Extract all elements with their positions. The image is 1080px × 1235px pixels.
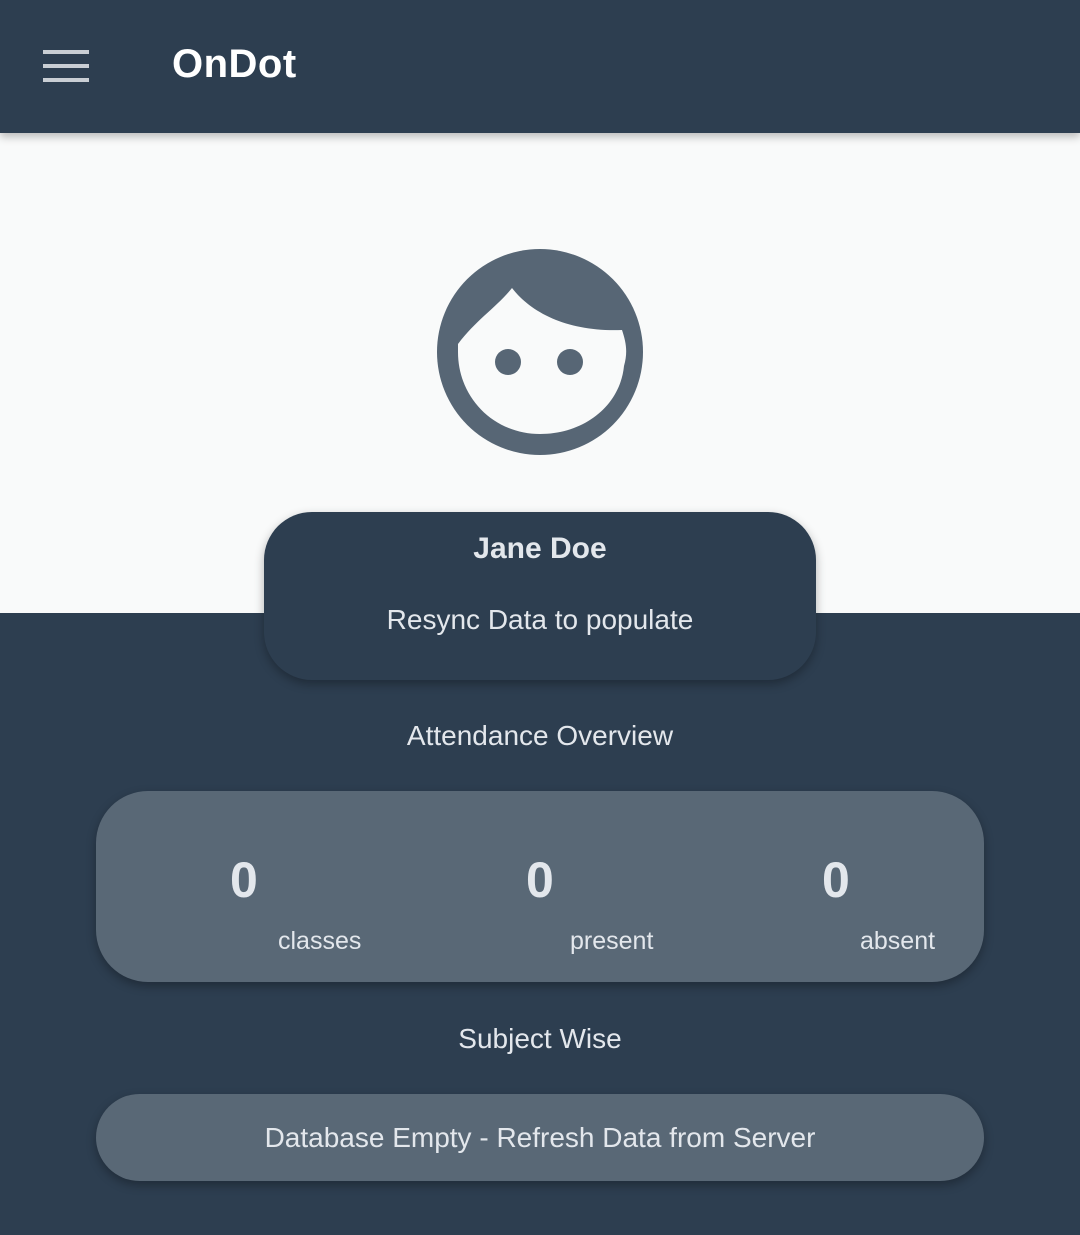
app-title: OnDot	[172, 42, 297, 86]
profile-card: Jane Doe Resync Data to populate	[264, 512, 816, 680]
face-icon	[437, 249, 643, 455]
absent-label: absent	[860, 927, 936, 955]
hamburger-menu-icon	[43, 50, 89, 82]
attendance-overview-card: 0 classes 0 present 0 absent	[96, 791, 984, 982]
subject-wise-heading: Subject Wise	[458, 1023, 622, 1054]
attendance-overview-heading: Attendance Overview	[406, 720, 674, 751]
absent-count: 0	[822, 852, 850, 908]
classes-count: 0	[230, 852, 258, 908]
menu-button[interactable]	[30, 32, 104, 100]
profile-sync-hint: Resync Data to populate	[386, 604, 694, 635]
refresh-data-button[interactable]: Database Empty - Refresh Data from Serve…	[96, 1094, 984, 1181]
app-bar: OnDot	[0, 0, 1080, 133]
present-count: 0	[526, 852, 554, 908]
present-label: present	[570, 927, 654, 955]
profile-name: Jane Doe	[473, 532, 607, 565]
classes-label: classes	[278, 927, 362, 955]
